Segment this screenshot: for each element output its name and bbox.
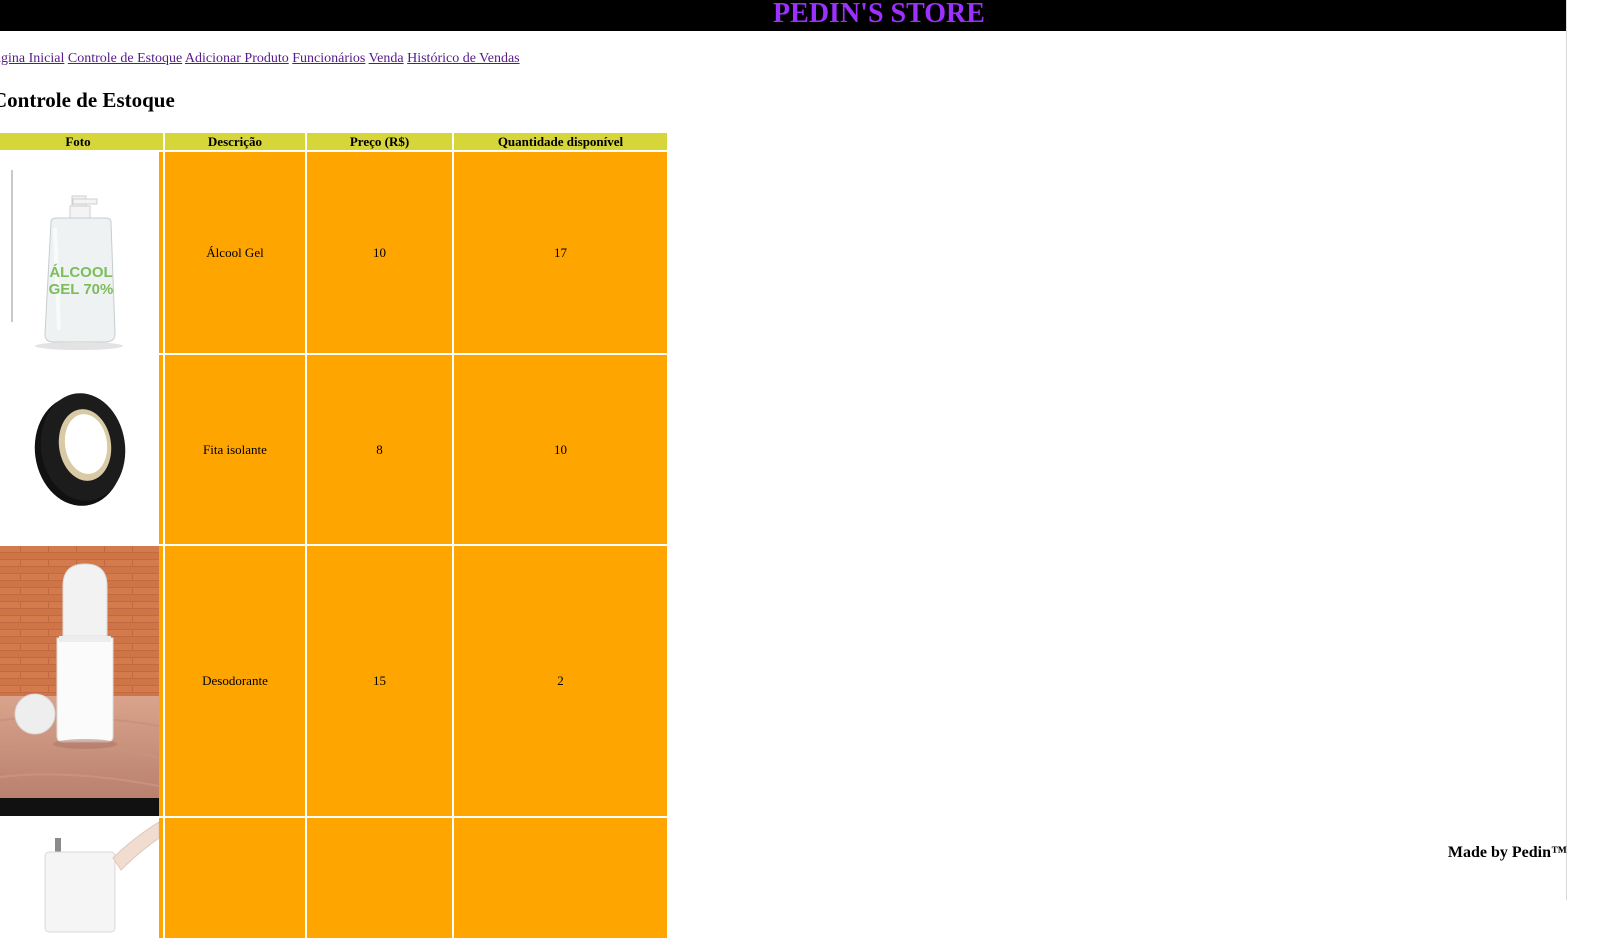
- column-header-foto: Foto: [0, 133, 163, 150]
- price-cell: 8: [307, 355, 452, 544]
- nav-link-funcionarios[interactable]: Funcionários: [292, 51, 365, 66]
- quantity-cell: 10: [454, 355, 667, 544]
- svg-text:GEL 70%: GEL 70%: [49, 281, 114, 298]
- quantity-cell: 2: [454, 546, 667, 816]
- table-row: Fita isolante 8 10: [0, 355, 667, 544]
- photo-cell: [0, 546, 163, 816]
- table-row: Desodorante 15 2: [0, 546, 667, 816]
- page-title: Controle de Estoque: [0, 88, 175, 112]
- alcool-gel-bottle-icon: ÁLCOOL GEL 70%: [0, 152, 159, 353]
- quantity-cell: 17: [454, 152, 667, 353]
- alcool-gel-photo: ÁLCOOL GEL 70%: [0, 152, 159, 353]
- price-cell: [307, 818, 452, 938]
- photo-cell: ÁLCOOL GEL 70%: [0, 152, 163, 353]
- price-cell: 10: [307, 152, 452, 353]
- table-row: ÁLCOOL GEL 70% Álcool Gel 10 17: [0, 152, 667, 353]
- quantity-cell: [454, 818, 667, 938]
- description-cell: Álcool Gel: [165, 152, 305, 353]
- table-row: [0, 818, 667, 938]
- desodorante-photo: [0, 546, 159, 816]
- store-title: PEDIN'S STORE: [773, 0, 985, 29]
- photo-cell: [0, 355, 163, 544]
- main-nav: Página Inicial Controle de Estoque Adici…: [0, 51, 520, 67]
- footer-credit: Made by Pedin™: [1447, 844, 1567, 861]
- nav-link-controle-estoque[interactable]: Controle de Estoque: [68, 51, 182, 66]
- stock-table: Foto Descrição Preço (R$) Quantidade dis…: [0, 131, 669, 940]
- description-cell: [165, 818, 305, 938]
- page-edge-divider: [1566, 0, 1567, 900]
- electrical-tape-icon: [0, 355, 159, 544]
- nav-link-pagina-inicial[interactable]: Página Inicial: [0, 51, 64, 66]
- table-header-row: Foto Descrição Preço (R$) Quantidade dis…: [0, 133, 667, 150]
- roll-on-deodorant-icon: [0, 546, 159, 816]
- photo-cell: [0, 818, 163, 938]
- description-cell: Fita isolante: [165, 355, 305, 544]
- description-cell: Desodorante: [165, 546, 305, 816]
- paper-towel-holder-icon: [0, 818, 159, 938]
- nav-link-historico-vendas[interactable]: Histórico de Vendas: [407, 51, 520, 66]
- column-header-preco: Preço (R$): [307, 133, 452, 150]
- svg-text:ÁLCOOL: ÁLCOOL: [49, 264, 112, 281]
- fita-isolante-photo: [0, 355, 159, 544]
- paper-towel-photo: [0, 818, 159, 938]
- column-header-descricao: Descrição: [165, 133, 305, 150]
- column-header-quantidade: Quantidade disponível: [454, 133, 667, 150]
- nav-link-adicionar-produto[interactable]: Adicionar Produto: [185, 51, 289, 66]
- nav-link-venda[interactable]: Venda: [369, 51, 404, 66]
- price-cell: 15: [307, 546, 452, 816]
